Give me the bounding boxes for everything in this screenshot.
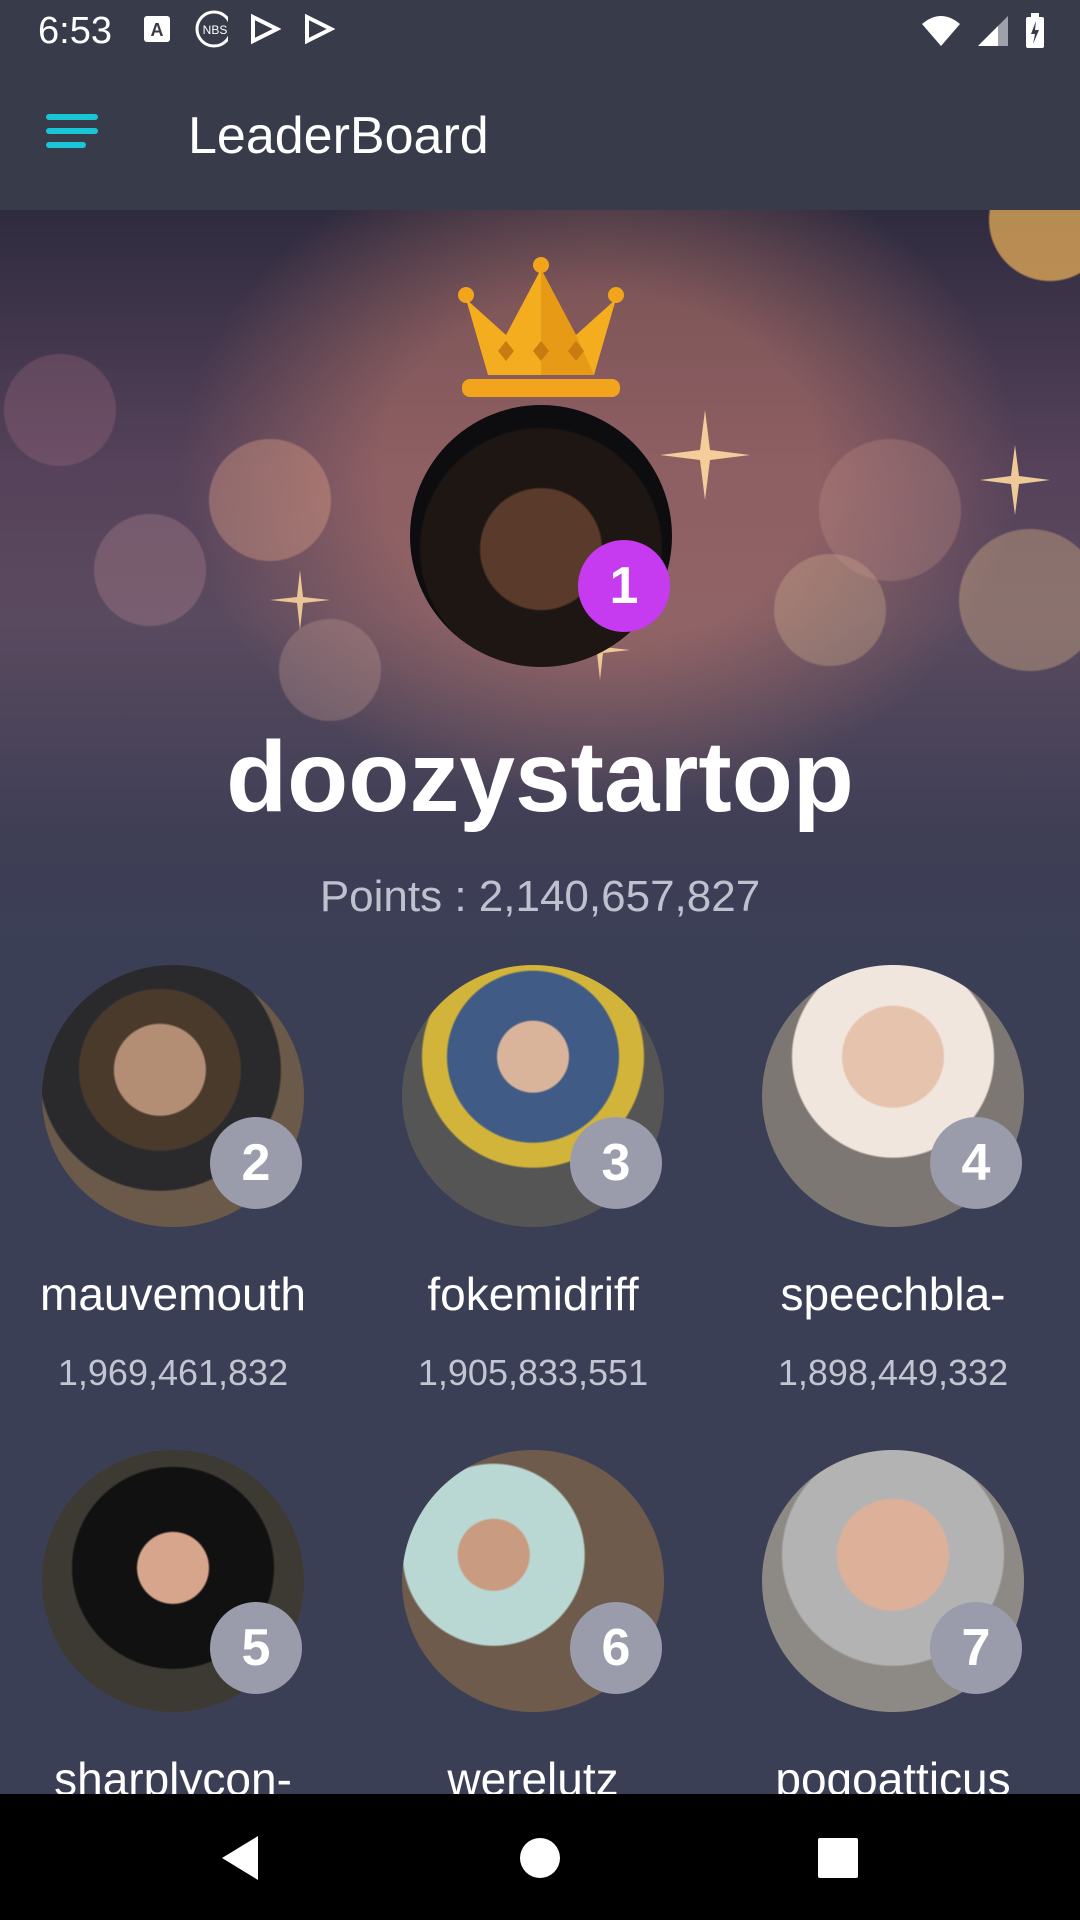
winner-banner: 1 doozystartop Points : 2,140,657,827: [0, 210, 1080, 950]
player-points: 1,969,461,832: [57, 1352, 289, 1393]
player-points: 1,898,449,332: [777, 1352, 1009, 1393]
play-store-icon: [248, 12, 282, 46]
player-name: mauvemouth: [40, 1268, 306, 1320]
rank-badge: 7: [930, 1602, 1022, 1694]
rank-badge: 4: [930, 1117, 1022, 1209]
status-time: 6:53: [38, 10, 112, 52]
svg-text:A: A: [151, 20, 164, 40]
status-bar: 6:53 A NBS: [0, 0, 1080, 62]
rank-badge: 2: [210, 1117, 302, 1209]
player-card[interactable]: 2 mauvemouth 1,969,461,832: [0, 965, 360, 1435]
sparkle-icon: [980, 445, 1050, 515]
wifi-icon: [920, 14, 962, 53]
rank-badge: 5: [210, 1602, 302, 1694]
player-points: 1,905,833,551: [417, 1352, 649, 1393]
back-icon[interactable]: [216, 1832, 268, 1884]
player-card[interactable]: 3 fokemidriff 1,905,833,551: [360, 965, 720, 1435]
sparkle-icon: [660, 410, 750, 500]
svg-text:NBS: NBS: [203, 23, 228, 37]
translate-icon: A: [140, 12, 174, 46]
sparkle-icon: [270, 570, 330, 630]
play-store-icon: [302, 12, 336, 46]
player-card[interactable]: 4 speechbla- 1,898,449,332: [720, 965, 1080, 1435]
home-icon[interactable]: [514, 1832, 566, 1884]
player-name: speechbla-: [780, 1268, 1006, 1320]
crown-icon: [458, 257, 624, 397]
winner-points: Points : 2,140,657,827: [319, 872, 761, 921]
signal-icon: [976, 14, 1010, 53]
rank-badge: 1: [578, 540, 670, 632]
system-nav-bar: [0, 1794, 1080, 1920]
app-bar: LeaderBoard: [0, 62, 1080, 210]
player-name: fokemidriff: [427, 1268, 639, 1320]
nbs-icon: NBS: [194, 10, 228, 48]
hamburger-menu-icon[interactable]: [36, 108, 108, 166]
recents-icon[interactable]: [812, 1832, 864, 1884]
page-title: LeaderBoard: [188, 107, 489, 165]
rank-badge: 6: [570, 1602, 662, 1694]
winner-name: doozystartop: [226, 721, 854, 833]
battery-icon: [1024, 12, 1046, 55]
rank-badge: 3: [570, 1117, 662, 1209]
